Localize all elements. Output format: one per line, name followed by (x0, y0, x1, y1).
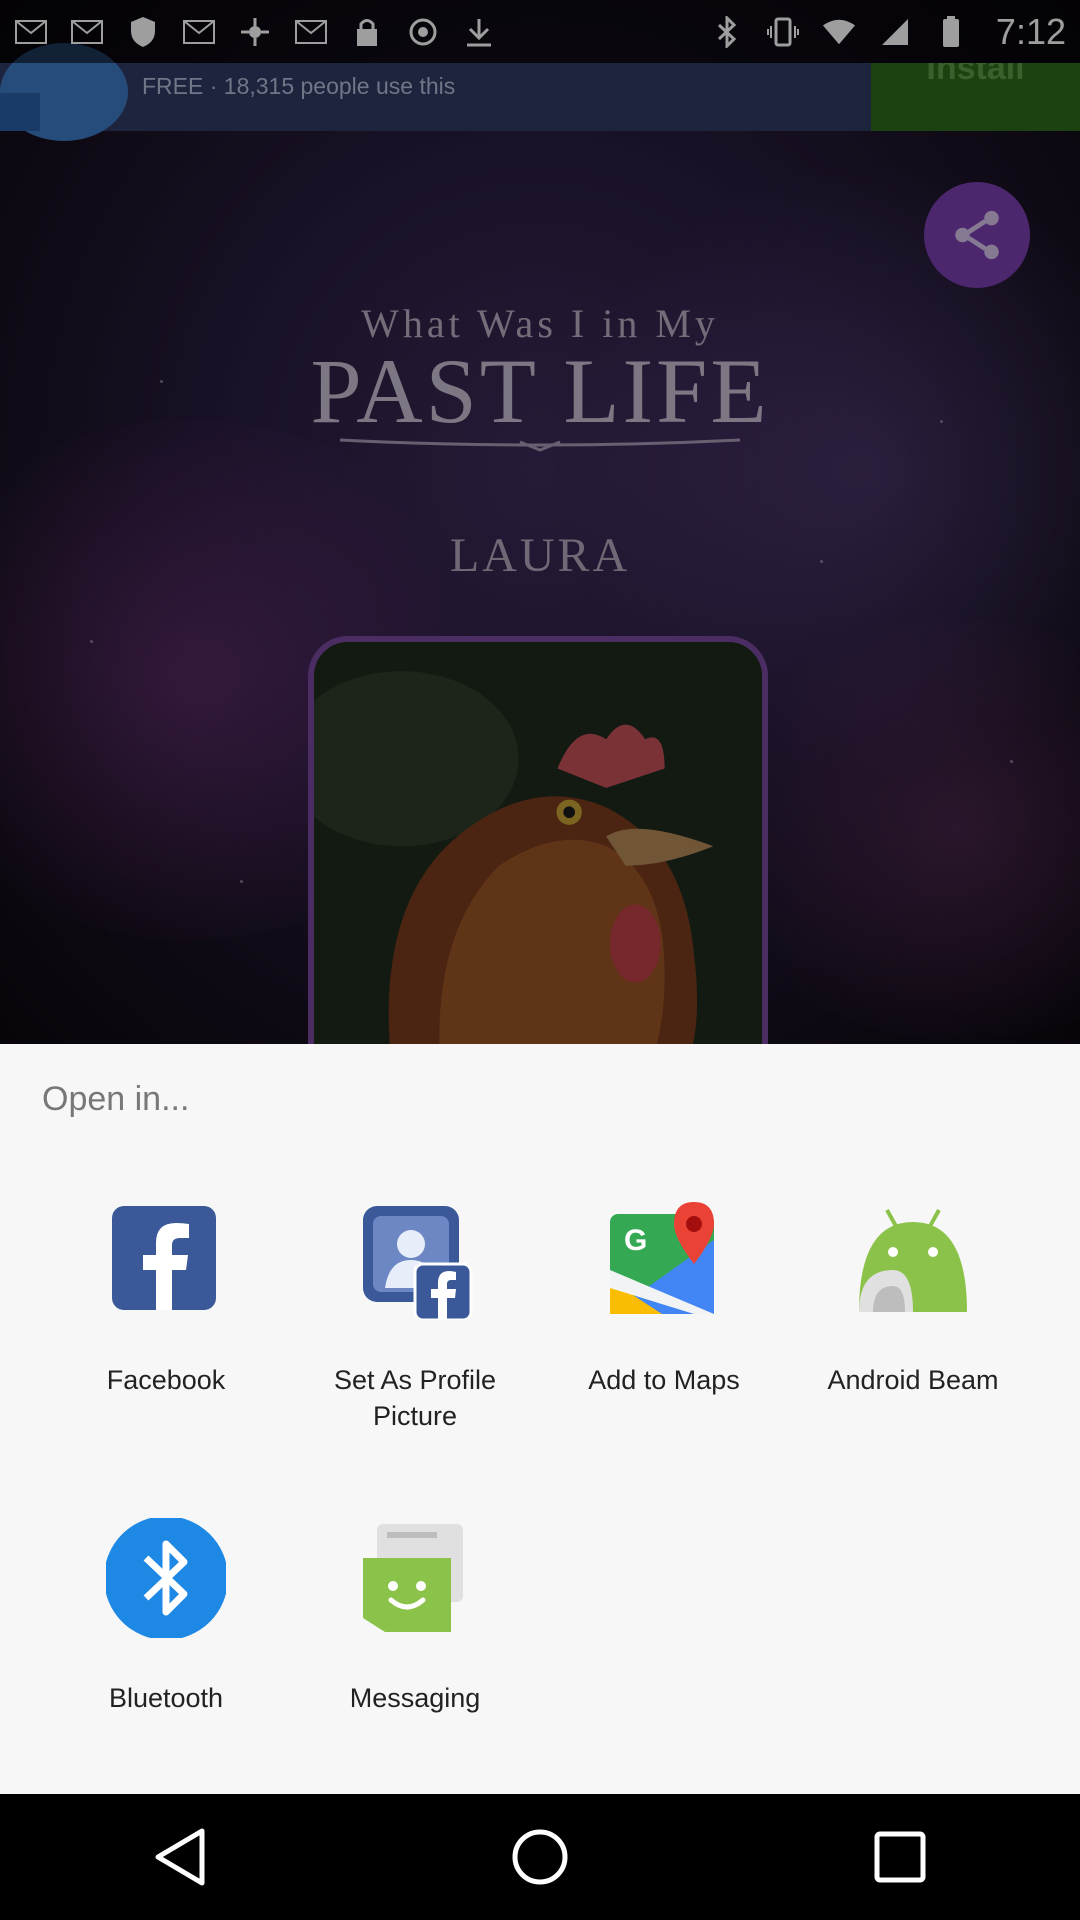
fake-gps-icon (238, 15, 272, 49)
signal-icon (878, 15, 912, 49)
mail-icon (182, 15, 216, 49)
open-in-sheet: Open in... Facebook Set As Profile Pictu… (0, 1044, 1080, 1794)
app-label: Set As Profile Picture (333, 1365, 497, 1431)
star-decoration (1010, 760, 1013, 763)
bluetooth-icon (104, 1516, 228, 1640)
star-decoration (240, 880, 243, 883)
result-name: LAURA (449, 529, 631, 582)
facebook-icon (106, 1200, 226, 1320)
app-option-android-beam[interactable]: Android Beam (788, 1200, 1038, 1398)
result-portrait (308, 636, 768, 1044)
download-icon (462, 15, 496, 49)
app-label: Messaging (349, 1683, 481, 1713)
ad-text: FREE · 18,315 people use this (142, 73, 456, 99)
mail-icon (14, 15, 48, 49)
status-bar: 7:12 (0, 0, 1080, 63)
app-label: Facebook (106, 1365, 226, 1395)
maps-icon: G (604, 1200, 724, 1320)
recents-icon (874, 1831, 926, 1883)
vibrate-icon (766, 15, 800, 49)
ad-banner[interactable]: FREE · 18,315 people use this Install (0, 43, 1080, 141)
star-decoration (90, 640, 93, 643)
sheet-title: Open in... (42, 1080, 190, 1118)
app-option-bluetooth[interactable]: Bluetooth (41, 1516, 291, 1716)
share-icon (955, 210, 999, 260)
recents-button[interactable] (860, 1817, 940, 1897)
app-option-facebook[interactable]: Facebook (41, 1200, 291, 1398)
app-label: Add to Maps (588, 1365, 740, 1395)
lock-icon (350, 15, 384, 49)
wifi-icon (822, 15, 856, 49)
navigation-bar (0, 1794, 1080, 1920)
background-app-content: What Was I in My PAST LIFE LAURA (0, 0, 1080, 1044)
app-label: Android Beam (827, 1365, 999, 1395)
svg-text:G: G (624, 1224, 647, 1257)
app-option-set-as-profile-picture[interactable]: Set As Profile Picture (290, 1200, 540, 1434)
back-button[interactable] (140, 1817, 220, 1897)
home-icon (512, 1829, 568, 1885)
back-icon (155, 1828, 205, 1886)
rescue-icon (406, 15, 440, 49)
status-bar-system: 7:12 (710, 11, 1066, 53)
app-option-messaging[interactable]: Messaging (290, 1518, 540, 1716)
battery-icon (934, 15, 968, 49)
bluetooth-icon (710, 15, 744, 49)
status-bar-notifications (14, 15, 496, 49)
ad-play-store-icon (0, 93, 40, 131)
mail-icon (294, 15, 328, 49)
ad-install-button[interactable]: Install (871, 63, 1080, 131)
result-title-line2: PAST LIFE (310, 340, 770, 442)
shield-icon (126, 15, 160, 49)
flourish-decoration (339, 438, 741, 452)
home-button[interactable] (500, 1817, 580, 1897)
share-button[interactable] (924, 182, 1030, 288)
mail-icon (70, 15, 104, 49)
chicken-image (314, 642, 762, 1044)
profile-picture-icon (355, 1200, 475, 1322)
android-beam-icon (853, 1200, 973, 1320)
clock: 7:12 (995, 10, 1066, 52)
messaging-icon (355, 1518, 475, 1638)
app-option-add-to-maps[interactable]: G Add to Maps (539, 1200, 789, 1398)
app-label: Bluetooth (108, 1683, 224, 1713)
